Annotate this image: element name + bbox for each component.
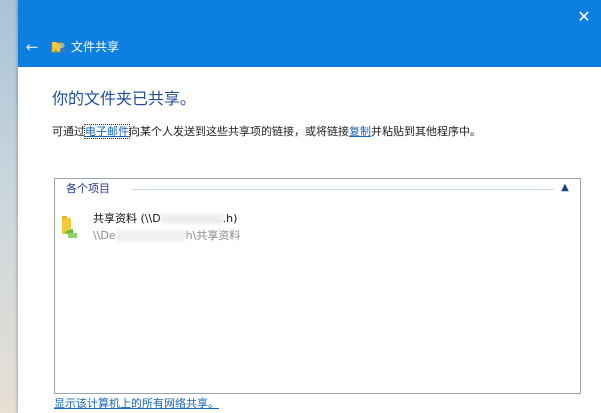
window-title: 文件共享 — [71, 40, 120, 54]
item-path: \\De h\共享资料 — [93, 229, 241, 242]
list-item[interactable]: 共享资料 (\\D .h) \\De h\共享资料 — [61, 209, 321, 245]
share-description: 可通过电子邮件向某个人发送到这些共享项的链接，或将链接复制并粘贴到其他程序中。 — [52, 124, 592, 140]
file-sharing-icon — [51, 42, 66, 53]
group-header: 各个项目 ▲ — [55, 179, 580, 199]
collapse-chevron-icon[interactable]: ▲ — [558, 181, 572, 195]
group-divider — [131, 189, 554, 190]
file-sharing-window: ✕ ← 文件共享 你的文件夹已共享。 可通过电子邮件向某个人发送到这些共享项的链… — [18, 0, 601, 413]
page-heading: 你的文件夹已共享。 — [52, 89, 197, 108]
description-text-1: 可通过 — [52, 125, 85, 138]
back-button[interactable]: ← — [23, 38, 41, 56]
item-name: 共享资料 (\\D .h) — [93, 212, 238, 225]
redacted-text — [115, 231, 186, 241]
shared-folder-icon — [62, 216, 77, 238]
shared-items-list: 各个项目 ▲ 共享资料 (\\D .h) \\De h\共享资料 — [54, 178, 581, 394]
close-button[interactable]: ✕ — [573, 6, 595, 28]
title-bar: ✕ ← 文件共享 — [18, 0, 601, 67]
description-text-2: 向某个人发送到这些共享项的链接，或将链接 — [129, 125, 349, 138]
description-text-3: 并粘贴到其他程序中。 — [371, 125, 481, 138]
group-label: 各个项目 — [66, 182, 110, 195]
show-all-shares-link[interactable]: 显示该计算机上的所有网络共享。 — [54, 396, 219, 411]
copy-link[interactable]: 复制 — [349, 125, 371, 138]
redacted-text — [160, 214, 223, 224]
email-link[interactable]: 电子邮件 — [84, 124, 130, 139]
